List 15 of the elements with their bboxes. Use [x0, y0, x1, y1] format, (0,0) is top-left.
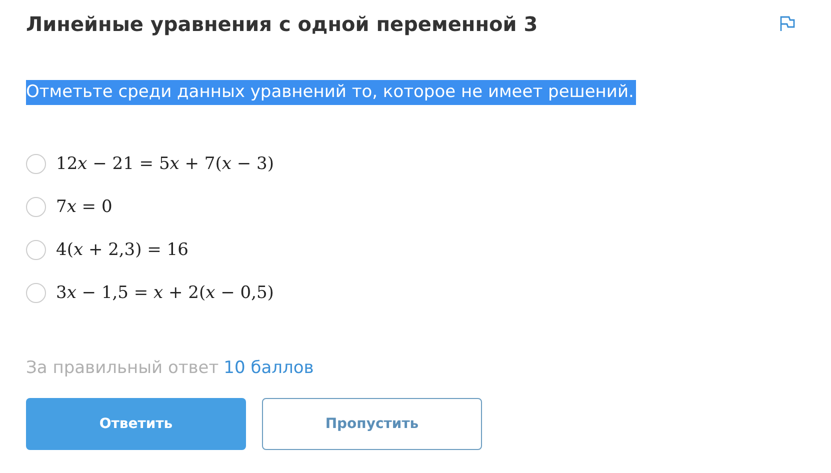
answer-button[interactable]: Ответить — [26, 398, 246, 450]
radio-button[interactable] — [26, 197, 46, 217]
equation-text: 4(𝑥 + 2,3) = 16 — [56, 240, 188, 260]
score-points: 10 баллов — [224, 358, 314, 378]
score-label: За правильный ответ — [26, 358, 219, 378]
equation-text: 7𝑥 = 0 — [56, 197, 112, 217]
radio-button[interactable] — [26, 240, 46, 260]
skip-button[interactable]: Пропустить — [262, 398, 482, 450]
page-title: Линейные уравнения с одной переменной 3 — [26, 12, 538, 36]
question-text: Отметьте среди данных уравнений то, которое не имеет решений. — [26, 80, 636, 105]
radio-button[interactable] — [26, 154, 46, 174]
radio-button[interactable] — [26, 283, 46, 303]
flag-icon[interactable] — [779, 16, 795, 32]
equation-text: 3𝑥 − 1,5 = 𝑥 + 2(𝑥 − 0,5) — [56, 283, 274, 303]
equation-text: 12𝑥 − 21 = 5𝑥 + 7(𝑥 − 3) — [56, 154, 274, 174]
